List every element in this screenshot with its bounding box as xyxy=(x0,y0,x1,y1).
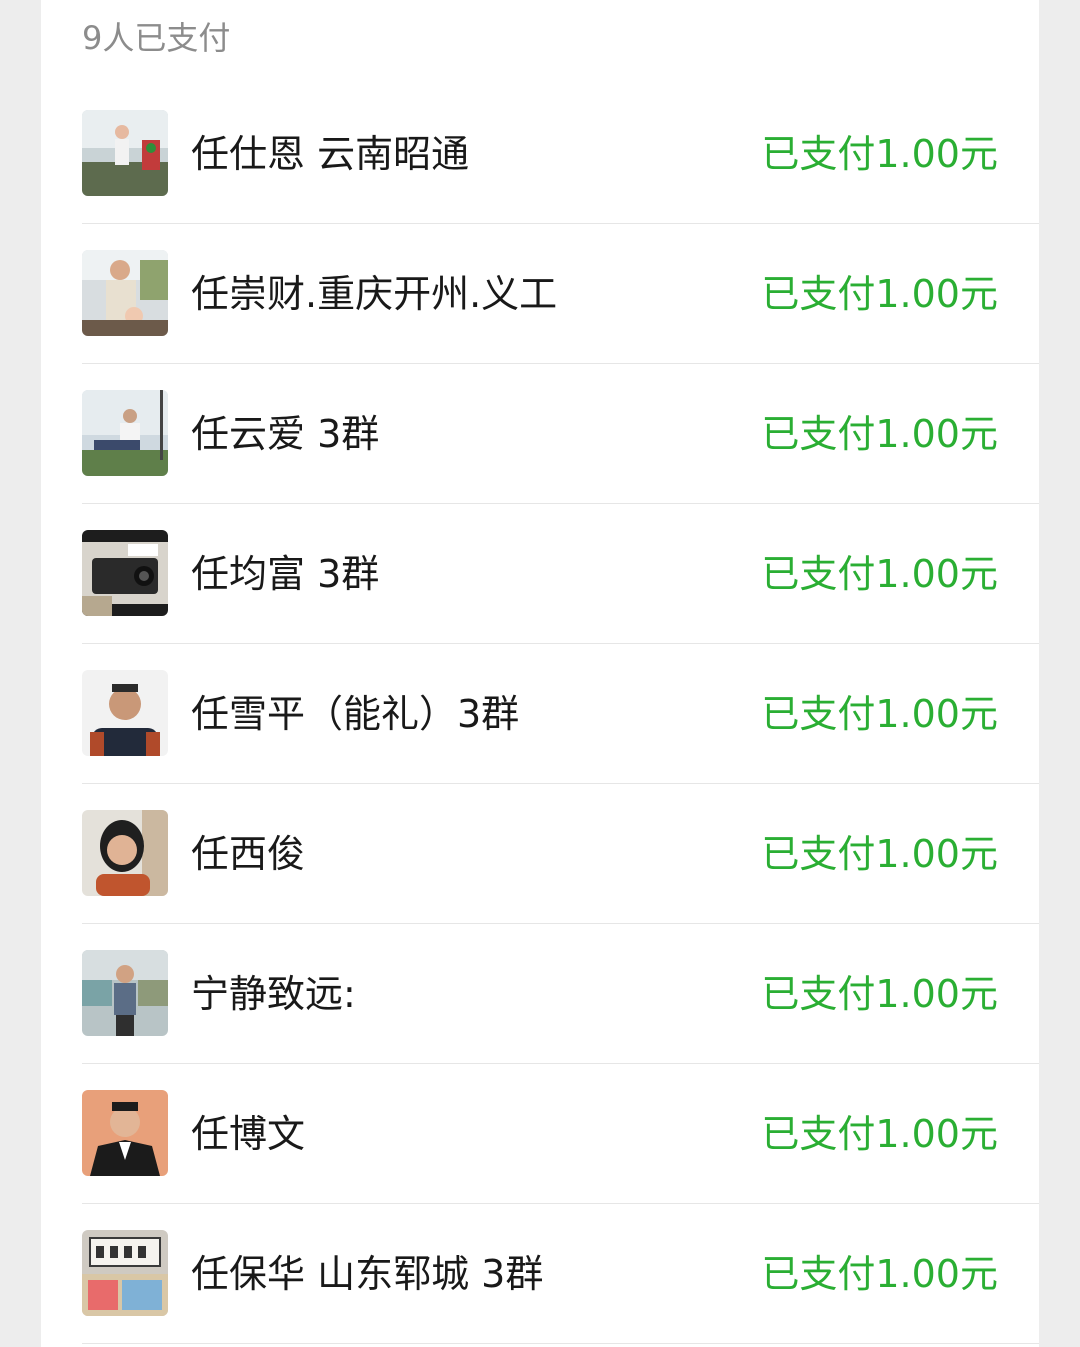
payment-status: 已支付1.00元 xyxy=(761,1112,998,1156)
list-item[interactable]: 任仕恩 云南昭通 已支付1.00元 xyxy=(41,84,1039,224)
payment-status: 已支付1.00元 xyxy=(761,132,998,176)
person-photo-avatar[interactable] xyxy=(82,1090,168,1176)
payment-status: 已支付1.00元 xyxy=(761,692,998,736)
calligraphy-photo-avatar[interactable] xyxy=(82,1230,168,1316)
person-photo-avatar[interactable] xyxy=(82,810,168,896)
payer-name: 宁静致远: xyxy=(191,972,356,1016)
list-item[interactable]: 任博文 已支付1.00元 xyxy=(41,1064,1039,1204)
list-item[interactable]: 任均富 3群 已支付1.00元 xyxy=(41,504,1039,644)
person-photo-avatar[interactable] xyxy=(82,390,168,476)
car-photo-avatar[interactable] xyxy=(82,530,168,616)
payer-list: 任仕恩 云南昭通 已支付1.00元 任崇财.重庆开州.义工 已支付1.00元 任… xyxy=(41,84,1039,1344)
list-item[interactable]: 任保华 山东郓城 3群 已支付1.00元 xyxy=(41,1204,1039,1344)
payer-name: 任仕恩 云南昭通 xyxy=(191,132,470,176)
list-item[interactable]: 任雪平（能礼）3群 已支付1.00元 xyxy=(41,644,1039,784)
paid-count-header: 9人已支付 xyxy=(82,19,231,57)
list-item[interactable]: 任西俊 已支付1.00元 xyxy=(41,784,1039,924)
payment-status: 已支付1.00元 xyxy=(761,972,998,1016)
list-item[interactable]: 任崇财.重庆开州.义工 已支付1.00元 xyxy=(41,224,1039,364)
payer-name: 任博文 xyxy=(191,1112,306,1156)
payer-name: 任雪平（能礼）3群 xyxy=(191,692,520,736)
person-photo-avatar[interactable] xyxy=(82,110,168,196)
payment-status: 已支付1.00元 xyxy=(761,552,998,596)
payment-list-card: 9人已支付 任仕恩 云南昭通 已支付1.00元 任崇财.重庆开州.义工 已支付1… xyxy=(41,0,1039,1347)
payer-name: 任西俊 xyxy=(191,832,306,876)
payment-status: 已支付1.00元 xyxy=(761,832,998,876)
list-item[interactable]: 任云爱 3群 已支付1.00元 xyxy=(41,364,1039,504)
payer-name: 任云爱 3群 xyxy=(191,412,380,456)
payment-status: 已支付1.00元 xyxy=(761,412,998,456)
person-photo-avatar[interactable] xyxy=(82,670,168,756)
payment-status: 已支付1.00元 xyxy=(761,1252,998,1296)
row-divider xyxy=(82,1343,1039,1344)
payer-name: 任均富 3群 xyxy=(191,552,380,596)
person-photo-avatar[interactable] xyxy=(82,250,168,336)
payment-status: 已支付1.00元 xyxy=(761,272,998,316)
payer-name: 任保华 山东郓城 3群 xyxy=(191,1252,544,1296)
list-item[interactable]: 宁静致远: 已支付1.00元 xyxy=(41,924,1039,1064)
person-photo-avatar[interactable] xyxy=(82,950,168,1036)
payer-name: 任崇财.重庆开州.义工 xyxy=(191,272,558,316)
